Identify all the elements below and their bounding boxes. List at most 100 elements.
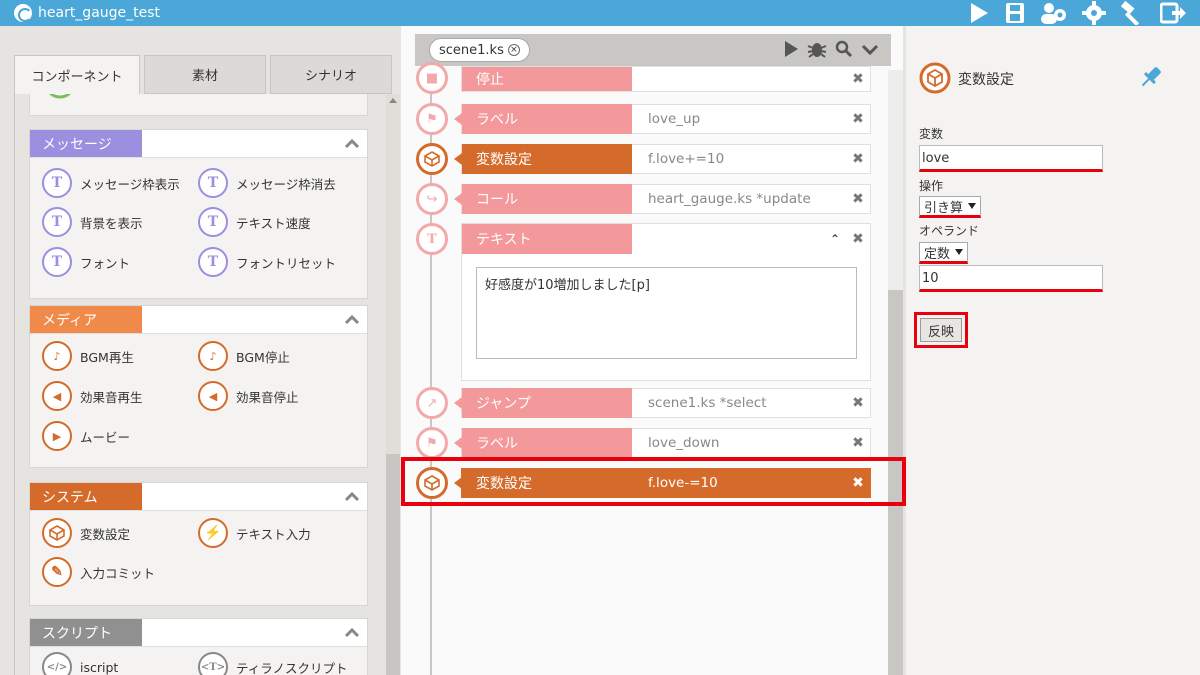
component-tyrano-script[interactable]: <T> ティラノスクリプト xyxy=(198,652,348,675)
component-message-show[interactable]: T メッセージ枠表示 xyxy=(42,168,180,198)
component-label: 入力コミット xyxy=(80,565,156,581)
export-icon[interactable] xyxy=(1160,1,1186,25)
delete-icon[interactable]: ✖ xyxy=(846,435,870,451)
close-icon[interactable]: × xyxy=(507,44,520,56)
text-content-input[interactable] xyxy=(476,267,857,359)
component-bgm-play[interactable]: ♪ BGM再生 xyxy=(42,341,134,371)
component-message-hide[interactable]: T メッセージ枠消去 xyxy=(198,168,336,198)
row-value: love_up xyxy=(648,111,701,127)
variable-cube-icon xyxy=(416,143,448,175)
delete-icon[interactable]: ✖ xyxy=(846,111,870,127)
delete-icon[interactable]: ✖ xyxy=(846,231,870,247)
call-icon: ↪ xyxy=(416,183,448,215)
component-label: iscript xyxy=(80,659,119,675)
apply-highlight: 反映 xyxy=(914,312,968,348)
movie-icon: ▶ xyxy=(42,421,72,451)
component-label: メッセージ枠消去 xyxy=(236,176,336,192)
delete-icon[interactable]: ✖ xyxy=(846,191,870,207)
tag-icon: <T> xyxy=(198,652,228,675)
property-panel: 変数設定 変数 love 操作 引き算 オペランド 定数 10 反映 xyxy=(906,26,1200,675)
editor-scrollbar-thumb[interactable] xyxy=(888,290,903,675)
left-scrollbar-thumb[interactable] xyxy=(386,454,400,675)
delete-icon[interactable]: ✖ xyxy=(846,475,870,491)
row-variable-set[interactable]: 変数設定 f.love+=10 ✖ xyxy=(454,144,871,174)
row-variable-set-selected[interactable]: 変数設定 f.love-=10 ✖ xyxy=(454,468,871,498)
row-label: ジャンプ xyxy=(454,388,632,418)
component-text-input[interactable]: ⚡ テキスト入力 xyxy=(198,518,311,548)
group-label-media[interactable]: メディア xyxy=(30,306,142,333)
component-label: BGM停止 xyxy=(236,349,290,365)
delete-icon[interactable]: ✖ xyxy=(846,151,870,167)
scroll-up-arrow-icon[interactable] xyxy=(389,98,397,103)
delete-icon[interactable]: ✖ xyxy=(846,395,870,411)
component-label: 効果音再生 xyxy=(80,389,143,405)
operation-select[interactable]: 引き算 xyxy=(919,196,982,218)
group-label-system[interactable]: システム xyxy=(30,483,142,510)
title-bar: heart_gauge_test xyxy=(0,0,1200,26)
bgm-play-icon: ♪ xyxy=(42,341,72,371)
component-movie[interactable]: ▶ ムービー xyxy=(42,421,130,451)
play-icon[interactable] xyxy=(968,1,990,25)
tab-scenario[interactable]: シナリオ xyxy=(270,55,392,94)
bug-icon[interactable] xyxy=(807,40,827,58)
collapse-system-icon[interactable] xyxy=(337,483,367,510)
component-input-commit[interactable]: ✎ 入力コミット xyxy=(42,557,155,587)
row-call[interactable]: コール heart_gauge.ks *update ✖ xyxy=(454,184,871,214)
row-label-love-up[interactable]: ラベル love_up ✖ xyxy=(454,104,871,134)
component-iscript[interactable]: </> iscript xyxy=(42,652,118,675)
gear-icon[interactable] xyxy=(1082,1,1106,25)
search-icon[interactable] xyxy=(835,40,853,58)
component-font[interactable]: T フォント xyxy=(42,247,130,277)
component-font-reset[interactable]: T フォントリセット xyxy=(198,247,336,277)
component-se-play[interactable]: ◀ 効果音再生 xyxy=(42,381,143,411)
file-tab[interactable]: scene1.ks × xyxy=(429,38,530,62)
component-text-speed[interactable]: T テキスト速度 xyxy=(198,207,311,237)
component-show-bg[interactable]: T 背景を表示 xyxy=(42,207,143,237)
row-stop[interactable]: 停止 ✖ xyxy=(461,66,871,92)
row-label-love-down[interactable]: ラベル love_down ✖ xyxy=(454,428,871,458)
group-label-message[interactable]: メッセージ xyxy=(30,130,142,157)
users-icon[interactable] xyxy=(1040,1,1068,25)
editor-scrollbar[interactable] xyxy=(888,70,903,675)
left-scrollbar[interactable] xyxy=(386,94,400,675)
component-label: テキスト入力 xyxy=(236,526,311,542)
tab-components[interactable]: コンポーネント xyxy=(14,55,140,94)
apply-button[interactable]: 反映 xyxy=(920,318,962,342)
component-variable-set[interactable]: 変数設定 xyxy=(42,518,130,548)
group-label-script[interactable]: スクリプト xyxy=(30,619,142,646)
variable-label: 変数 xyxy=(919,127,944,141)
delete-icon[interactable]: ✖ xyxy=(846,71,870,87)
hammer-icon[interactable] xyxy=(1120,1,1146,25)
dropdown-arrow-icon xyxy=(955,249,964,255)
collapse-icon[interactable]: ⌃ xyxy=(830,232,840,246)
component-list: メッセージ T メッセージ枠表示 T メッセージ枠消去 T 背景を表示 T テキスト速度… xyxy=(14,94,400,675)
app-logo-icon xyxy=(14,4,32,22)
chevron-down-icon[interactable] xyxy=(861,40,879,58)
group-previous xyxy=(29,94,368,116)
component-label: フォントリセット xyxy=(236,255,337,271)
property-title: 変数設定 xyxy=(958,72,1014,88)
tab-assets[interactable]: 素材 xyxy=(144,55,266,94)
component-bgm-stop[interactable]: ♪ BGM停止 xyxy=(198,341,290,371)
play-icon[interactable] xyxy=(783,40,799,58)
save-icon[interactable] xyxy=(1004,1,1026,25)
operand-type-select[interactable]: 定数 xyxy=(919,242,969,264)
font-reset-icon: T xyxy=(198,247,228,277)
bgm-stop-icon: ♪ xyxy=(198,341,228,371)
pin-icon[interactable] xyxy=(1138,64,1164,90)
collapse-message-icon[interactable] xyxy=(337,130,367,157)
component-se-stop[interactable]: ◀ 効果音停止 xyxy=(198,381,299,411)
clipped-component-icon xyxy=(49,94,71,99)
collapse-media-icon[interactable] xyxy=(337,306,367,333)
row-text[interactable]: テキスト ⌃ ✖ xyxy=(461,223,871,381)
variable-input[interactable]: love xyxy=(919,145,1103,172)
collapse-script-icon[interactable] xyxy=(337,619,367,646)
group-script: スクリプト </> iscript <T> ティラノスクリプト xyxy=(29,618,368,675)
row-value: f.love-=10 xyxy=(648,475,718,491)
component-label: ムービー xyxy=(80,429,131,445)
row-jump[interactable]: ジャンプ scene1.ks *select ✖ xyxy=(454,388,871,418)
stop-icon: ■ xyxy=(416,62,448,94)
group-system: システム 変数設定 ⚡ テキスト入力 ✎ 入力コミット xyxy=(29,482,368,606)
row-label: 変数設定 xyxy=(454,468,632,498)
operand-input[interactable]: 10 xyxy=(919,265,1103,292)
